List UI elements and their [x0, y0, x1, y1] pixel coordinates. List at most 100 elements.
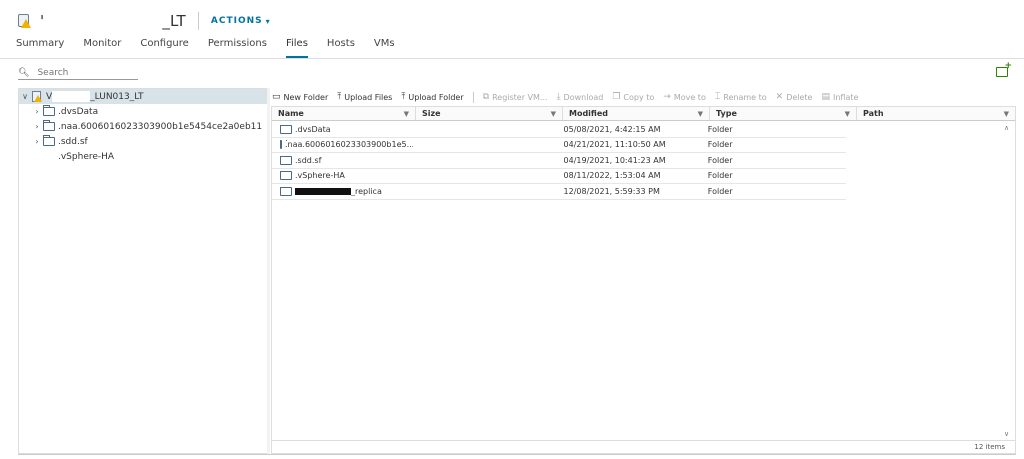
- tree-item[interactable]: › .naa.6006016023303900b1e5454ce2a0eb11: [19, 119, 267, 134]
- tab-vms[interactable]: VMs: [374, 38, 395, 58]
- grid-footer-count: 12 items: [272, 440, 1015, 454]
- file-modified: 12/08/2021, 5:59:33 PM: [563, 186, 660, 196]
- table-row-partial: [272, 220, 846, 224]
- datastore-tree: ∨ V _LUN013_LT › .dvsData › .naa.60060160…: [18, 88, 268, 454]
- file-name[interactable]: _replica: [351, 187, 382, 196]
- actions-menu-button[interactable]: ACTIONS ▾: [211, 16, 271, 26]
- file-type: Folder: [707, 186, 733, 196]
- file-type: Folder: [707, 155, 733, 165]
- folder-icon: [43, 135, 55, 146]
- chevron-up-icon[interactable]: ∧: [1004, 124, 1009, 132]
- grid-header: Name ▼ Size ▼ Modified ▼ Type ▼ Path ▼: [272, 107, 1015, 121]
- new-folder-icon: ▭: [272, 92, 281, 102]
- file-modified: 08/11/2022, 1:53:04 AM: [563, 171, 661, 181]
- filter-icon[interactable]: ▼: [404, 110, 409, 118]
- chevron-down-icon[interactable]: ∨: [19, 92, 31, 101]
- chevron-down-icon: ▾: [265, 16, 271, 26]
- inflate-icon: ▤: [821, 92, 830, 102]
- new-folder-button[interactable]: ▭ New Folder: [272, 92, 328, 102]
- upload-files-button[interactable]: ⤒ Upload Files: [337, 92, 392, 102]
- column-header-size[interactable]: Size ▼: [416, 107, 563, 120]
- inflate-button[interactable]: ▤ Inflate: [821, 92, 858, 102]
- tab-configure[interactable]: Configure: [140, 38, 188, 58]
- column-header-name[interactable]: Name ▼: [272, 107, 416, 120]
- file-modified: 04/19/2021, 10:41:23 AM: [563, 155, 666, 165]
- bottom-divider: [18, 454, 1016, 455]
- object-title: ' _LT: [40, 12, 186, 30]
- file-name[interactable]: .sdd.sf: [295, 156, 321, 165]
- folder-icon: [43, 105, 55, 116]
- rename-to-button[interactable]: ⌶ Rename to: [715, 92, 767, 102]
- arrow-right-icon: →: [663, 92, 671, 102]
- tree-item-label: .naa.6006016023303900b1e5454ce2a0eb11: [58, 121, 263, 132]
- file-name[interactable]: .vSphere-HA: [295, 171, 345, 180]
- filter-icon[interactable]: ▼: [551, 110, 556, 118]
- file-type: Folder: [707, 124, 733, 134]
- upload-icon: ⤒: [401, 92, 406, 102]
- header-divider: [197, 12, 199, 30]
- tab-permissions[interactable]: Permissions: [208, 38, 267, 58]
- tab-bar: Summary Monitor Configure Permissions Fi…: [16, 38, 414, 58]
- tree-item-label: .vSphere-HA: [58, 151, 115, 162]
- filter-icon[interactable]: ▼: [845, 110, 850, 118]
- folder-icon: [280, 124, 292, 134]
- table-row[interactable]: .sdd.sf 04/19/2021, 10:41:23 AM Folder: [272, 153, 846, 169]
- table-row[interactable]: .dvsData 05/08/2021, 4:42:15 AM Folder: [272, 122, 846, 138]
- tab-monitor[interactable]: Monitor: [83, 38, 121, 58]
- tab-summary[interactable]: Summary: [16, 38, 64, 58]
- tab-hosts[interactable]: Hosts: [327, 38, 355, 58]
- tab-files[interactable]: Files: [285, 38, 308, 58]
- file-type: Folder: [707, 171, 733, 181]
- files-grid: Name ▼ Size ▼ Modified ▼ Type ▼ Path ▼ .dvsDa…: [271, 106, 1016, 454]
- download-button[interactable]: ⤓ Download: [557, 92, 604, 102]
- upload-icon: ⤒: [337, 92, 342, 102]
- file-modified: 04/21/2021, 11:10:50 AM: [563, 140, 666, 150]
- search-input[interactable]: [37, 67, 128, 78]
- folder-icon: [43, 120, 55, 131]
- grid-body: .dvsData 05/08/2021, 4:42:15 AM Folder .…: [272, 122, 846, 200]
- tree-item[interactable]: › .sdd.sf: [19, 134, 267, 149]
- column-header-path[interactable]: Path ▼: [857, 107, 1015, 120]
- chevron-right-icon[interactable]: ›: [31, 107, 43, 116]
- table-row[interactable]: .naa.6006016023303900b1e5... 04/21/2021,…: [272, 138, 846, 153]
- folder-icon: [280, 171, 292, 181]
- folder-icon: [280, 186, 292, 196]
- panel-splitter[interactable]: [267, 88, 270, 454]
- table-row[interactable]: _replica 12/08/2021, 5:59:33 PM Folder: [272, 184, 846, 200]
- chevron-down-icon[interactable]: ∨: [1004, 430, 1009, 438]
- chevron-right-icon[interactable]: ›: [31, 122, 43, 131]
- upload-folder-button[interactable]: ⤒ Upload Folder: [401, 92, 463, 102]
- object-header: ' _LT ACTIONS ▾: [16, 10, 271, 32]
- register-vm-button[interactable]: ⧉ Register VM...: [483, 92, 548, 102]
- delete-button[interactable]: ✕ Delete: [776, 92, 813, 102]
- chevron-right-icon[interactable]: ›: [31, 137, 43, 146]
- new-folder-icon[interactable]: [996, 61, 1012, 77]
- tree-item[interactable]: .vSphere-HA: [19, 149, 267, 164]
- tree-item[interactable]: › .dvsData: [19, 104, 267, 119]
- close-icon: ✕: [775, 92, 784, 102]
- search-box: 🔍︎: [18, 66, 138, 80]
- tree-item-label: .dvsData: [58, 106, 99, 117]
- file-name[interactable]: .dvsData: [295, 125, 331, 134]
- toolbar-divider: [472, 91, 474, 103]
- tabs-divider: [0, 58, 1024, 59]
- file-modified: 05/08/2021, 4:42:15 AM: [563, 124, 661, 134]
- register-vm-icon: ⧉: [482, 92, 490, 102]
- tree-root-label-suffix: _LUN013_LT: [90, 91, 144, 102]
- rename-icon: ⌶: [714, 92, 721, 102]
- table-row[interactable]: .vSphere-HA 08/11/2022, 1:53:04 AM Folde…: [272, 169, 846, 184]
- column-header-type[interactable]: Type ▼: [710, 107, 857, 120]
- search-icon: 🔍︎: [18, 67, 30, 78]
- tree-root-item[interactable]: ∨ V _LUN013_LT: [19, 89, 267, 104]
- filter-icon[interactable]: ▼: [698, 110, 703, 118]
- file-toolbar: ▭ New Folder ⤒ Upload Files ⤒ Upload Folder…: [272, 90, 858, 104]
- filter-icon[interactable]: ▼: [1004, 110, 1009, 118]
- copy-to-button[interactable]: ❐ Copy to: [612, 92, 654, 102]
- datastore-warning-icon: [31, 90, 43, 103]
- file-name[interactable]: .naa.6006016023303900b1e5...: [285, 140, 413, 149]
- column-header-modified[interactable]: Modified ▼: [563, 107, 710, 120]
- move-to-button[interactable]: → Move to: [663, 92, 706, 102]
- grid-scrollbar[interactable]: ∧ ∨: [1001, 122, 1015, 440]
- tree-item-label: .sdd.sf: [58, 136, 88, 147]
- redaction: [295, 187, 351, 195]
